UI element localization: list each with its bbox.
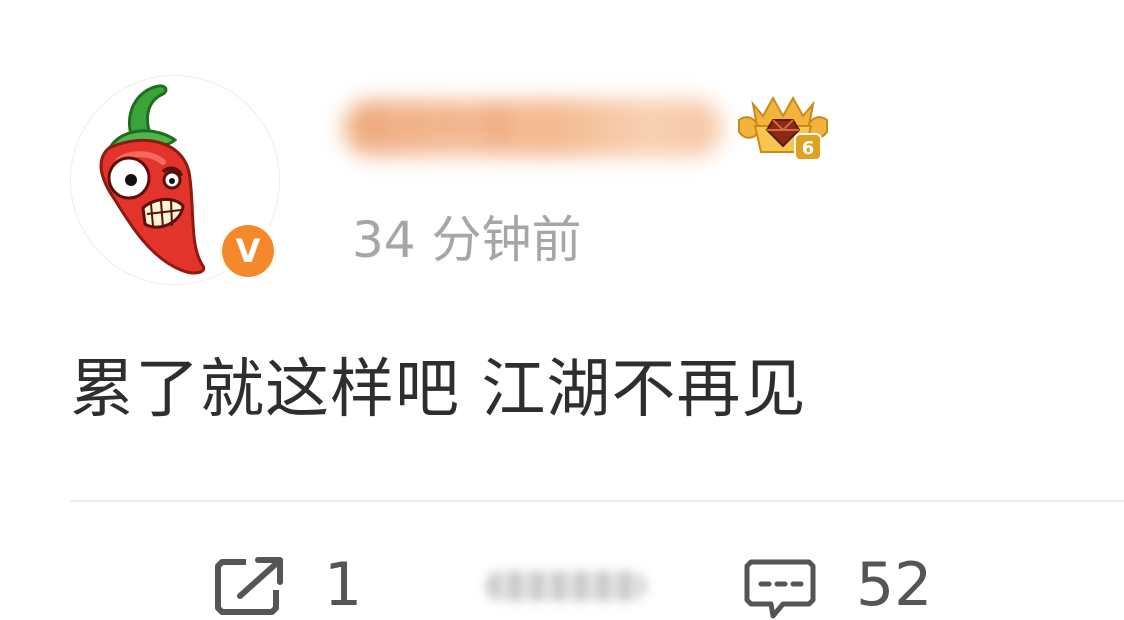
comment-icon: [744, 559, 816, 619]
post-content: 累了就这样吧 江湖不再见: [70, 353, 807, 427]
author-avatar-wrap[interactable]: V: [70, 75, 280, 285]
crown-level-text: 6: [802, 138, 815, 159]
like-blurred-label: [486, 571, 646, 601]
repost-count: 1: [324, 550, 363, 620]
weibo-post-card: V 南京的雪 6 34 分钟前 累了就这样吧 江湖不再见 1 52: [0, 0, 1124, 620]
verified-badge-icon: V: [216, 219, 280, 283]
repost-button[interactable]: 1: [212, 550, 372, 620]
membership-crown-badge[interactable]: 6: [733, 90, 833, 166]
author-name[interactable]: 南京的雪: [335, 85, 730, 173]
author-name-text: 南京的雪: [355, 105, 515, 151]
divider: [70, 500, 1124, 502]
like-button[interactable]: [478, 565, 653, 605]
comment-count: 52: [856, 550, 933, 620]
comment-button[interactable]: 52: [743, 550, 963, 620]
verified-badge-label: V: [222, 225, 274, 277]
post-timestamp: 34 分钟前: [352, 211, 582, 269]
crown-icon: 6: [738, 95, 828, 161]
share-icon: [215, 557, 283, 615]
